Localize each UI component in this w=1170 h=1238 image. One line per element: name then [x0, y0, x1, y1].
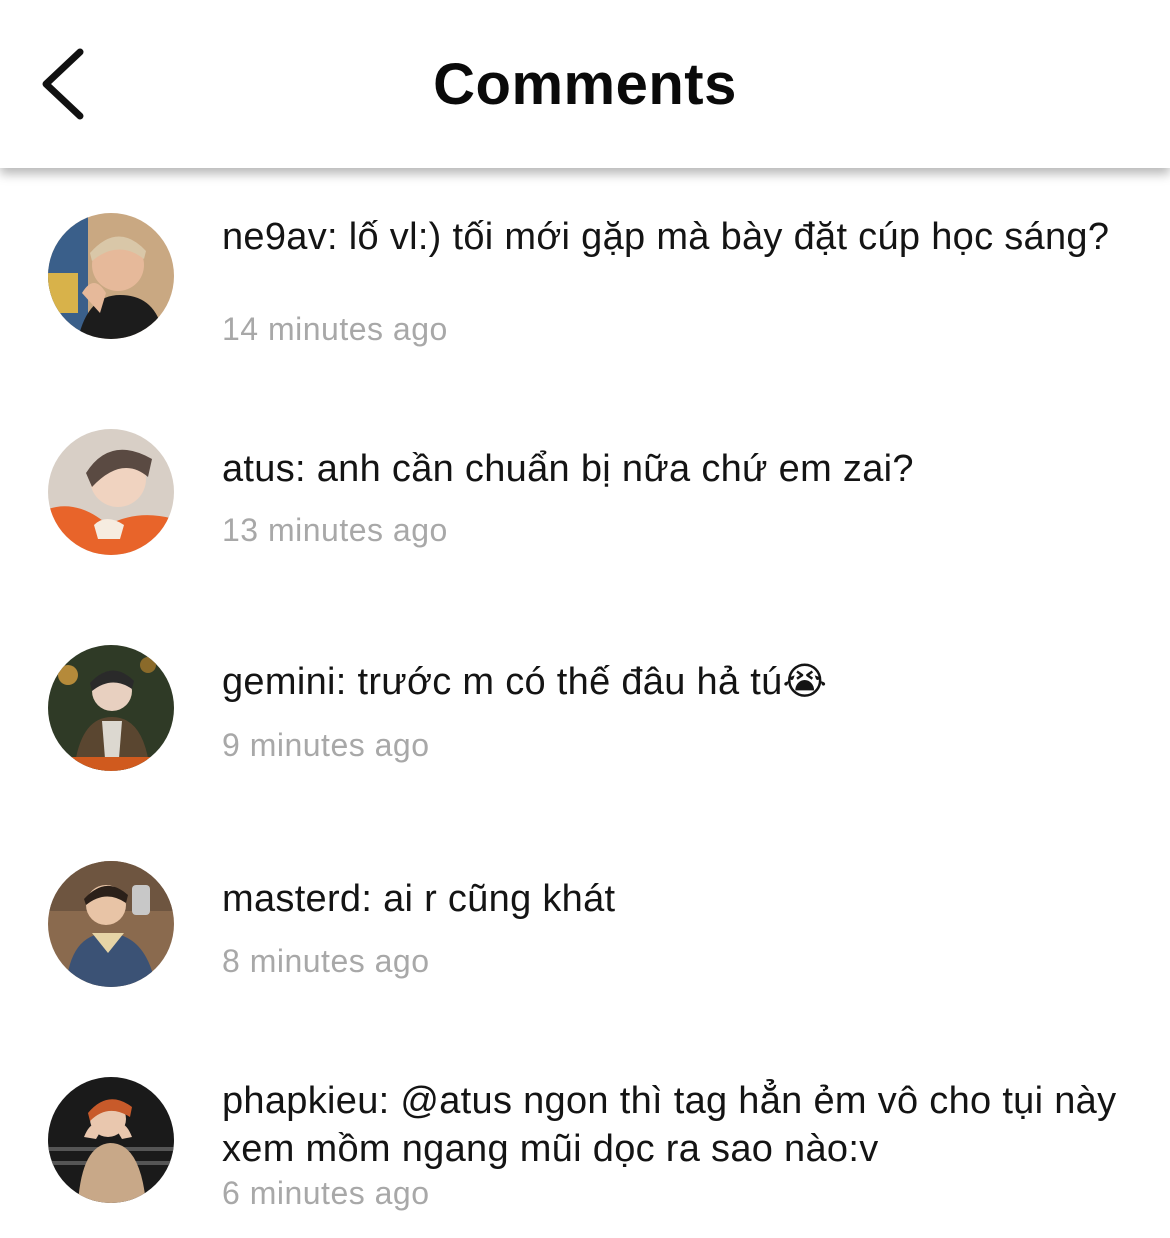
comment-text: masterd: ai r cũng khát [222, 878, 616, 920]
header-bar: Comments [0, 0, 1170, 168]
comment-timestamp: 14 minutes ago [222, 311, 448, 347]
avatar[interactable] [48, 861, 174, 987]
comment-text: atus: anh cần chuẩn bị nữa chứ em zai? [222, 448, 914, 490]
comment-timestamp: 6 minutes ago [222, 1175, 430, 1211]
comment-timestamp: 8 minutes ago [222, 943, 430, 979]
comment-timestamp: 9 minutes ago [222, 727, 430, 763]
comment-text: ne9av: lố vl:) tối mới gặp mà bày đặt cú… [222, 216, 1110, 258]
avatar[interactable] [48, 1077, 174, 1203]
comment-timestamp: 13 minutes ago [222, 512, 448, 548]
comment-text: gemini: trước m có thế đâu hả tú😭 [222, 661, 828, 703]
comment-text: phapkieu: @atus ngon thì tag hẳn ẻm vô c… [222, 1080, 1117, 1170]
avatar[interactable] [48, 645, 174, 771]
avatar[interactable] [48, 213, 174, 339]
page-title: Comments [433, 52, 737, 117]
avatar[interactable] [48, 429, 174, 555]
